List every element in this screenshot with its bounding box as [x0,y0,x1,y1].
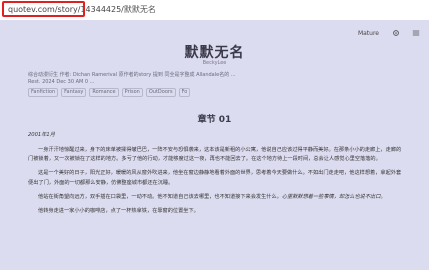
paragraph: 他站在街角望向远方，双手插在口袋里，一动不动。他不知道自己该去哪里，也不知道接下… [28,193,404,203]
meta-line-2: Rest. 2024 Dec 30 AM 0 ... [28,79,95,85]
chapter-body: 2001年1月 一身汗汗地惊醒过来，身下的床单被揉得皱巴巴，一阵不安与恐惧袭来，… [28,131,404,221]
paragraph-italic-text: 心里默默想着一些事情，却怎么也说不出口。 [281,193,386,200]
mature-toggle[interactable]: Mature [356,28,381,38]
tag-item[interactable]: OutDoors [145,88,176,97]
tag-item[interactable]: Fantasy [61,88,87,97]
tag-item[interactable]: Prison [121,88,143,97]
tag-list: Fanfiction Fantasy Romance Prison OutDoo… [28,88,402,97]
tag-item[interactable]: Fanfiction [28,88,59,97]
chapter-title: 章节 01 [197,115,232,125]
browser-url-bar[interactable]: quotev.com/story/14344425/默默无名 [0,0,429,21]
meta-line-1: 综合动漫衍生 作者: Dichan Ramerival 原作者的story 提到… [28,72,236,78]
paragraph: 他转身走进一家小小的咖啡店，点了一杯热拿铁，在靠窗的位置坐下。 [38,208,199,215]
paragraph: 一身汗汗地惊醒过来，身下的床单被揉得皱巴巴，一阵不安与恐惧袭来，这本该是新租的小… [28,146,402,163]
story-title: 默默无名 [184,45,245,61]
url-highlight-annotation [2,1,85,17]
story-meta: 综合动漫衍生 作者: Dichan Ramerival 原作者的story 提到… [28,72,402,106]
menu-icon[interactable] [411,28,421,38]
paragraph-text: 他站在街角望向远方，双手插在口袋里，一动不动。他不知道自己该去哪里，也不知道接下… [38,193,282,200]
tag-item[interactable]: Fo [178,88,191,97]
settings-gear-icon[interactable] [391,28,401,38]
story-page: Mature 默默无名 BeckyLee 综合动漫衍生 作者: Dichan R… [0,20,429,270]
reader-controls: Mature [356,28,421,38]
url-suffix: 默默无名 [123,5,156,14]
story-author[interactable]: BeckyLee [0,60,429,66]
tag-item[interactable]: Romance [89,88,119,97]
chapter-date: 2001年1月 [28,132,55,138]
paragraph: 这是一个美好的日子，阳光正好，暖暖的风从窗外吹进来，他坐在窗边静静地看着外面的世… [28,170,402,186]
